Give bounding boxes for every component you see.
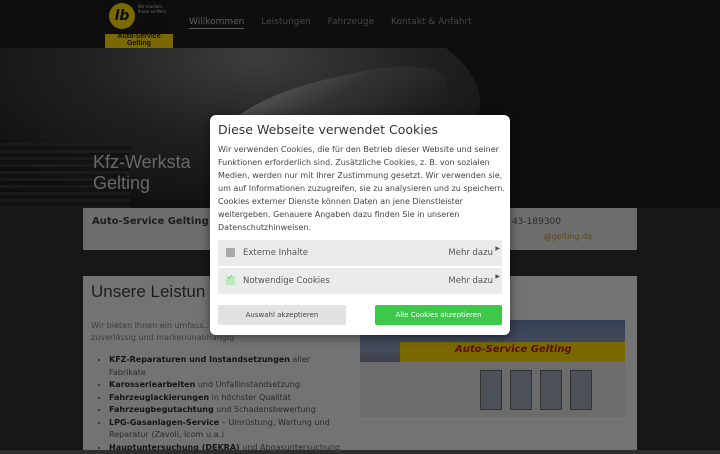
cookie-category-notwendige-cookies[interactable]: Notwendige Cookies Mehr dazu ▶ [218,268,502,294]
cookie-consent-dialog: Diese Webseite verwendet Cookies Wir ver… [210,115,510,335]
cookie-dialog-title: Diese Webseite verwendet Cookies [218,122,438,137]
accept-selection-button[interactable]: Auswahl akzeptieren [218,305,346,325]
cookie-category-externe-inhalte[interactable]: Externe Inhalte Mehr dazu ▶ [218,240,502,266]
mehr-dazu-link[interactable]: Mehr dazu [448,276,493,286]
cookie-dialog-text: Wir verwenden Cookies, die für den Betri… [218,143,506,234]
notwendige-cookies-checkbox[interactable] [226,276,235,285]
externe-inhalte-checkbox[interactable] [226,248,235,257]
chevron-right-icon[interactable]: ▶ [495,273,500,280]
cookie-category-label: Notwendige Cookies [243,276,330,286]
chevron-right-icon[interactable]: ▶ [495,245,500,252]
accept-all-cookies-button[interactable]: Alle Cookies akzeptieren [375,305,502,325]
mehr-dazu-link[interactable]: Mehr dazu [448,248,493,258]
cookie-category-label: Externe Inhalte [243,248,308,258]
